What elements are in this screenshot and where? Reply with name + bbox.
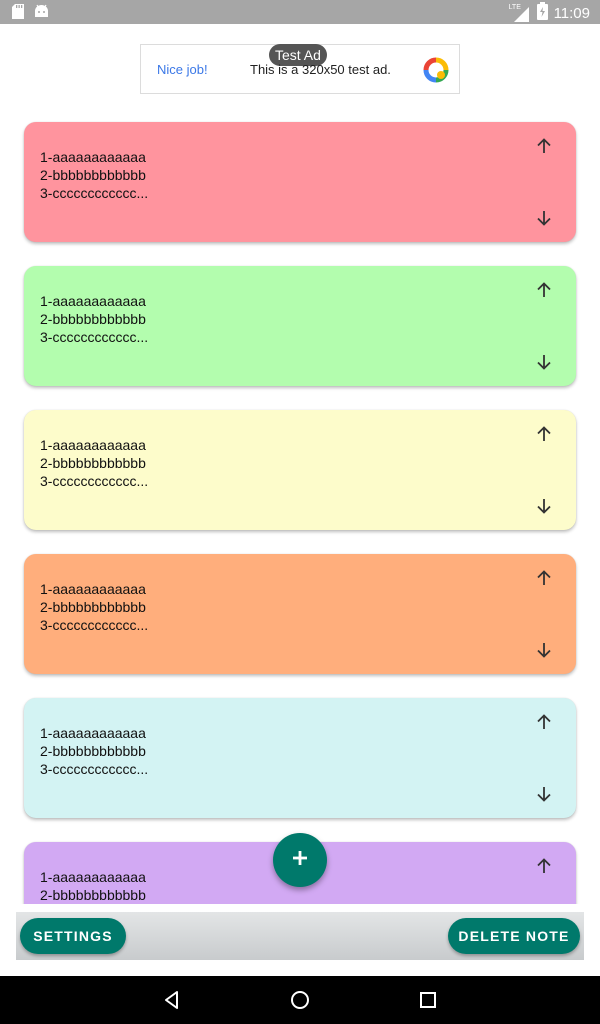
note-line: 2-bbbbbbbbbbbb: [40, 599, 146, 615]
move-up-arrow-icon[interactable]: [532, 278, 556, 302]
note-line: 3-cccccccccccc...: [40, 185, 149, 201]
note-text: 1-aaaaaaaaaaaa 2-bbbbbbbbbbbb 3-cccccccccc…: [40, 292, 148, 346]
note-card[interactable]: 1-aaaaaaaaaaaa 2-bbbbbbbbbbbb 3-cccccccccc…: [24, 698, 576, 818]
note-line: 1-aaaaaaaaaaaa: [40, 149, 146, 165]
note-line: 1-aaaaaaaaaaaa: [40, 725, 146, 741]
move-up-arrow-icon[interactable]: [532, 134, 556, 158]
back-icon[interactable]: [160, 988, 184, 1012]
note-line: 1-aaaaaaaaaaaa: [40, 437, 146, 453]
note-line: 3-cccccccccccc...: [40, 617, 149, 633]
note-line: 3-cccccccccccc...: [40, 329, 149, 345]
note-text: 1-aaaaaaaaaaaa 2-bbbbbbbbbbbb 3-cccccccccc…: [40, 148, 148, 202]
note-text: 1-aaaaaaaaaaaa 2-bbbbbbbbbbbb 3-cccccccccc…: [40, 436, 148, 490]
plus-icon: [291, 849, 309, 872]
note-text: 1-aaaaaaaaaaaa 2-bbbbbbbbbbbb: [40, 868, 146, 904]
ad-choices-logo-icon[interactable]: [423, 57, 449, 83]
note-line: 1-aaaaaaaaaaaa: [40, 581, 146, 597]
note-line: 2-bbbbbbbbbbbb: [40, 743, 146, 759]
move-down-arrow-icon[interactable]: [532, 350, 556, 374]
note-card[interactable]: 1-aaaaaaaaaaaa 2-bbbbbbbbbbbb 3-cccccccccc…: [24, 410, 576, 530]
move-up-arrow-icon[interactable]: [532, 422, 556, 446]
note-text: 1-aaaaaaaaaaaa 2-bbbbbbbbbbbb 3-cccccccccc…: [40, 580, 148, 634]
recents-icon[interactable]: [416, 988, 440, 1012]
move-down-arrow-icon[interactable]: [532, 638, 556, 662]
note-card[interactable]: 1-aaaaaaaaaaaa 2-bbbbbbbbbbbb 3-cccccccccc…: [24, 554, 576, 674]
bottom-action-bar: SETTINGS DELETE NOTE: [16, 912, 584, 960]
move-down-arrow-icon[interactable]: [532, 782, 556, 806]
move-up-arrow-icon[interactable]: [532, 710, 556, 734]
note-card[interactable]: 1-aaaaaaaaaaaa 2-bbbbbbbbbbbb 3-cccccccccc…: [24, 122, 576, 242]
note-line: 2-bbbbbbbbbbbb: [40, 455, 146, 471]
navigation-bar: [0, 976, 600, 1024]
note-line: 3-cccccccccccc...: [40, 761, 149, 777]
notes-list[interactable]: 1-aaaaaaaaaaaa 2-bbbbbbbbbbbb 3-cccccccccc…: [0, 0, 600, 904]
note-line: 2-bbbbbbbbbbbb: [40, 167, 146, 183]
note-line: 1-aaaaaaaaaaaa: [40, 293, 146, 309]
move-up-arrow-icon[interactable]: [532, 566, 556, 590]
note-line: 2-bbbbbbbbbbbb: [40, 311, 146, 327]
settings-button[interactable]: SETTINGS: [20, 918, 126, 954]
ad-nice-text[interactable]: Nice job!: [157, 62, 208, 77]
note-card[interactable]: 1-aaaaaaaaaaaa 2-bbbbbbbbbbbb 3-cccccccccc…: [24, 266, 576, 386]
add-note-button[interactable]: [273, 833, 327, 887]
app-screen: LTE 11:09 1-aaaaaaaaaaaa 2-bbbbbbbbbbbb 3-…: [0, 0, 600, 1024]
ad-banner[interactable]: Test Ad Nice job! This is a 320x50 test …: [140, 44, 460, 94]
move-down-arrow-icon[interactable]: [532, 206, 556, 230]
ad-body-text: This is a 320x50 test ad.: [250, 62, 391, 77]
move-up-arrow-icon[interactable]: [532, 854, 556, 878]
note-line: 2-bbbbbbbbbbbb: [40, 887, 146, 903]
move-down-arrow-icon[interactable]: [532, 494, 556, 518]
delete-note-button[interactable]: DELETE NOTE: [448, 918, 580, 954]
note-line: 3-cccccccccccc...: [40, 473, 149, 489]
note-line: 1-aaaaaaaaaaaa: [40, 869, 146, 885]
note-text: 1-aaaaaaaaaaaa 2-bbbbbbbbbbbb 3-cccccccccc…: [40, 724, 148, 778]
home-icon[interactable]: [288, 988, 312, 1012]
